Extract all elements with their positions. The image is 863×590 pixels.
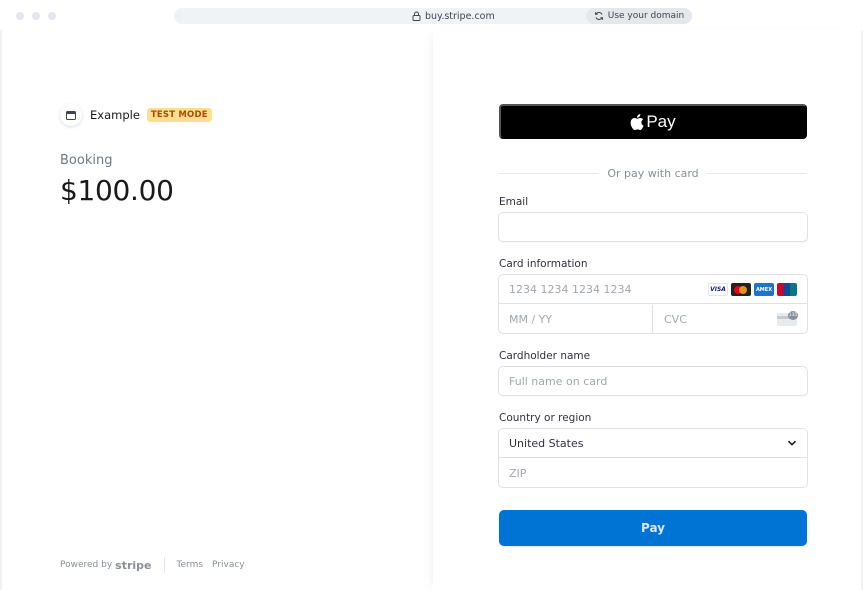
- divider-line: [706, 172, 807, 174]
- lock-icon: [412, 11, 421, 21]
- test-mode-badge: TEST MODE: [146, 108, 212, 122]
- apple-pay-label: Pay: [646, 111, 676, 131]
- cvc-cell: 135: [654, 305, 807, 334]
- country-value: United States: [509, 436, 584, 450]
- url-text: buy.stripe.com: [425, 10, 495, 22]
- merchant-header: Example TEST MODE: [60, 104, 212, 126]
- zip-input[interactable]: [499, 459, 807, 488]
- stripe-logo: stripe: [115, 558, 152, 572]
- expiry-input[interactable]: [499, 305, 652, 334]
- window-controls: [16, 12, 56, 20]
- cvc-card-icon: 135: [777, 311, 798, 326]
- divider-line: [499, 172, 600, 174]
- browser-toolbar: buy.stripe.com Use your domain: [0, 0, 863, 30]
- use-your-domain-button[interactable]: Use your domain: [586, 8, 692, 24]
- country-region-label: Country or region: [499, 412, 592, 424]
- apple-pay-button[interactable]: Pay: [499, 104, 807, 139]
- merchant-name[interactable]: Example: [90, 108, 140, 122]
- url-display[interactable]: buy.stripe.com: [412, 8, 495, 24]
- expiry-cell: [499, 305, 653, 334]
- zip-cell: [499, 459, 807, 488]
- window-dot[interactable]: [48, 12, 56, 20]
- window-dot[interactable]: [32, 12, 40, 20]
- visa-icon: VISA: [708, 283, 728, 296]
- product-price: $100.00: [60, 174, 174, 207]
- email-field-wrapper: [498, 212, 808, 242]
- or-pay-with-card-divider: Or pay with card: [499, 165, 807, 181]
- apple-icon: [630, 113, 644, 130]
- store-icon: [66, 110, 76, 120]
- cardholder-field-wrapper: [498, 366, 808, 396]
- merchant-logo[interactable]: [60, 104, 82, 126]
- mastercard-icon: [731, 283, 751, 296]
- use-your-domain-label: Use your domain: [607, 11, 685, 21]
- card-information-group: VISA AMEX 135: [498, 274, 808, 334]
- card-brands: VISA AMEX: [708, 283, 797, 296]
- cardholder-name-label: Cardholder name: [499, 350, 591, 362]
- cardholder-name-input[interactable]: [499, 367, 807, 395]
- footer: Powered by stripe Terms Privacy: [60, 557, 254, 573]
- country-region-group: United States: [498, 428, 808, 488]
- amex-icon: AMEX: [754, 283, 774, 296]
- window-dot[interactable]: [16, 12, 24, 20]
- refresh-icon: [594, 12, 603, 20]
- chevron-down-icon: [787, 440, 797, 446]
- unionpay-icon: [777, 283, 797, 296]
- email-field[interactable]: [499, 213, 807, 241]
- terms-link[interactable]: Terms: [177, 560, 204, 570]
- divider-text: Or pay with card: [607, 166, 699, 180]
- pay-button[interactable]: Pay: [499, 510, 807, 546]
- card-information-label: Card information: [499, 258, 588, 270]
- powered-by-stripe[interactable]: Powered by stripe: [60, 559, 152, 572]
- email-label: Email: [499, 196, 529, 208]
- card-number-row: VISA AMEX: [499, 275, 807, 304]
- product-name: Booking: [60, 153, 113, 168]
- footer-divider: [163, 557, 165, 573]
- powered-by-label: Powered by: [60, 560, 113, 570]
- country-select[interactable]: United States: [499, 429, 807, 458]
- privacy-link[interactable]: Privacy: [212, 560, 245, 570]
